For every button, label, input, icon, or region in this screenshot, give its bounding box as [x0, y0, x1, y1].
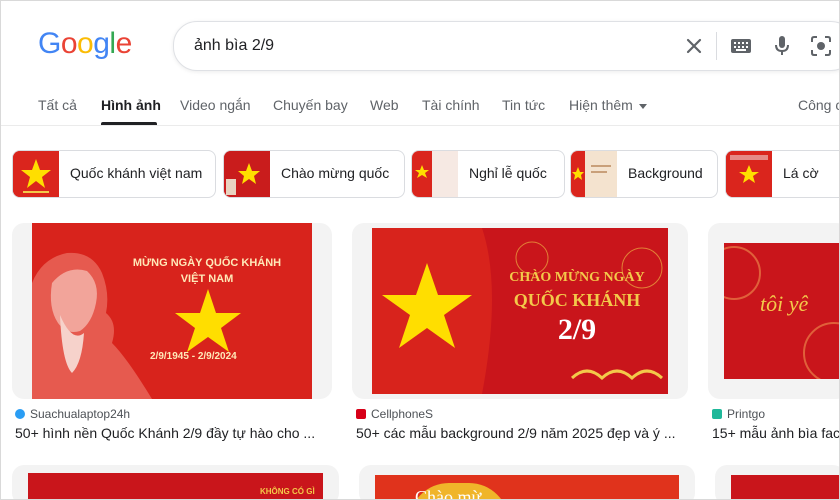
result-source-name: Printgo — [727, 407, 766, 421]
result-image[interactable]: CHÀO MỪNG NGÀY QUỐC KHÁNH 2/9 — [372, 228, 668, 394]
image-caption-line: VIỆT NAM — [180, 273, 234, 285]
site-favicon-icon — [356, 409, 366, 419]
chip-nghi-le-quoc[interactable]: Nghỉ lễ quốc — [411, 150, 565, 198]
image-result-card[interactable]: KHÔNG CÓ GÌ — [12, 465, 339, 499]
image-result-card[interactable]: Chào mừ — [359, 465, 695, 500]
site-favicon-icon — [15, 409, 25, 419]
tab-images[interactable]: Hình ảnh — [101, 97, 161, 113]
tab-web[interactable]: Web — [370, 97, 399, 113]
chip-chao-mung-quoc[interactable]: Chào mừng quốc — [223, 150, 405, 198]
tab-more[interactable]: Hiện thêm — [569, 97, 647, 113]
logo-letter: g — [93, 27, 110, 60]
chip-la-co[interactable]: Lá cờ — [725, 150, 839, 198]
tab-finance[interactable]: Tài chính — [422, 97, 480, 113]
browser-viewport: Google ảnh bìa 2/9 Tất cả Hình ảnh Video… — [0, 0, 840, 500]
chip-label: Chào mừng quốc — [281, 165, 390, 181]
image-caption-line: CHÀO MỪNG NGÀY — [509, 270, 645, 285]
mic-icon[interactable] — [770, 33, 794, 59]
tab-flights[interactable]: Chuyến bay — [273, 97, 348, 113]
result-image[interactable]: Chào mừ — [375, 475, 679, 500]
image-date-text: 2/9/1945 - 2/9/2024 — [150, 351, 237, 362]
result-title[interactable]: 50+ hình nền Quốc Khánh 2/9 đầy tự hào c… — [15, 425, 333, 441]
result-title[interactable]: 50+ các mẫu background 2/9 năm 2025 đẹp … — [356, 425, 688, 441]
search-tabs: Tất cả Hình ảnh Video ngắn Chuyến bay We… — [1, 89, 839, 126]
chip-label: Quốc khánh việt nam — [70, 165, 203, 181]
chip-label: Background — [628, 165, 703, 181]
site-favicon-icon — [712, 409, 722, 419]
result-source-name: CellphoneS — [371, 407, 434, 421]
image-caption: Chào mừ — [415, 487, 482, 500]
result-title[interactable]: 15+ mẫu ảnh bìa fac — [712, 425, 839, 441]
chevron-down-icon — [638, 103, 647, 109]
result-source-name: Suachualaptop24h — [30, 407, 131, 421]
logo-letter: o — [77, 27, 94, 60]
tab-tools[interactable]: Công c — [798, 97, 839, 113]
lens-icon[interactable] — [808, 33, 834, 59]
result-source[interactable]: Suachualaptop24h — [15, 407, 130, 421]
chip-thumbnail — [13, 151, 59, 197]
chip-thumbnail — [412, 151, 458, 197]
image-result-card[interactable] — [715, 465, 839, 499]
chip-thumbnail — [224, 151, 270, 197]
image-result-card[interactable]: tôi yê — [708, 223, 839, 399]
result-source[interactable]: CellphoneS — [356, 407, 433, 421]
image-caption: MỪNG NGÀY QUỐC KHÁNH VIỆT NAM — [132, 255, 282, 287]
tab-short-videos[interactable]: Video ngắn — [180, 97, 251, 113]
result-image[interactable] — [731, 475, 839, 499]
chip-quoc-khanh-viet-nam[interactable]: Quốc khánh việt nam — [12, 150, 216, 198]
tab-more-label: Hiện thêm — [569, 97, 633, 113]
search-divider — [716, 32, 717, 60]
logo-letter: G — [38, 27, 61, 60]
result-image[interactable]: MỪNG NGÀY QUỐC KHÁNH VIỆT NAM 2/9/1945 -… — [32, 223, 312, 399]
image-caption-line: MỪNG NGÀY QUỐC KHÁNH — [132, 257, 282, 269]
logo-letter: o — [60, 27, 78, 60]
image-caption: CHÀO MỪNG NGÀY QUỐC KHÁNH 2/9 — [492, 270, 662, 347]
keyboard-icon[interactable] — [728, 34, 754, 58]
image-caption: tôi yê — [760, 291, 809, 316]
result-image[interactable]: KHÔNG CÓ GÌ — [28, 473, 323, 499]
result-source[interactable]: Printgo — [712, 407, 765, 421]
image-caption-line: QUỐC KHÁNH — [513, 290, 641, 310]
tab-all[interactable]: Tất cả — [38, 97, 77, 113]
chip-background[interactable]: Background — [570, 150, 718, 198]
image-result-card[interactable]: CHÀO MỪNG NGÀY QUỐC KHÁNH 2/9 — [352, 223, 688, 399]
image-caption-line: 2/9 — [557, 313, 597, 346]
image-caption: KHÔNG CÓ GÌ — [260, 487, 315, 496]
chip-thumbnail — [571, 151, 617, 197]
chip-label: Nghỉ lễ quốc — [469, 165, 547, 181]
close-icon[interactable] — [682, 34, 706, 58]
logo-letter: e — [115, 27, 133, 60]
search-input[interactable]: ảnh bìa 2/9 — [194, 37, 274, 55]
google-logo[interactable]: Google — [38, 27, 132, 61]
chip-thumbnail — [726, 151, 772, 197]
active-tab-indicator — [101, 122, 157, 125]
chip-label: Lá cờ — [783, 165, 819, 181]
result-image[interactable]: tôi yê — [724, 243, 839, 379]
search-box[interactable]: ảnh bìa 2/9 — [173, 21, 839, 71]
image-result-card[interactable]: MỪNG NGÀY QUỐC KHÁNH VIỆT NAM 2/9/1945 -… — [12, 223, 332, 399]
tab-news[interactable]: Tin tức — [502, 97, 545, 113]
